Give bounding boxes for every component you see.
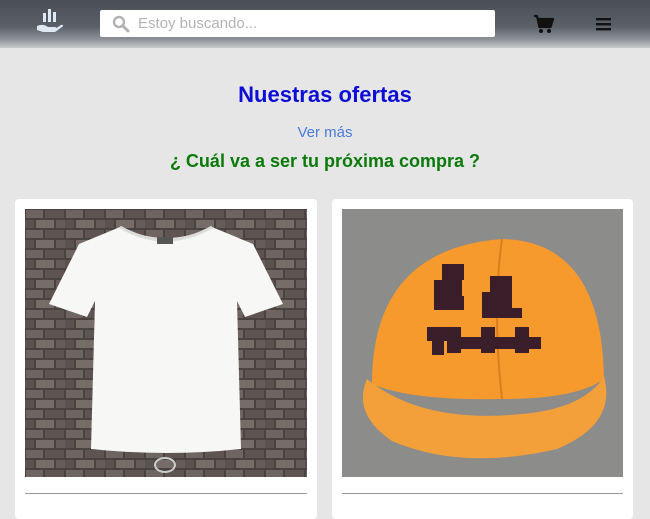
product-image-tshirt[interactable] [25, 209, 307, 477]
search-bar[interactable] [100, 10, 495, 37]
see-more-link[interactable]: Ver más [297, 124, 352, 141]
logo-icon[interactable] [33, 7, 65, 37]
product-card[interactable] [332, 199, 633, 519]
search-input[interactable] [138, 10, 488, 37]
subtitle: ¿ Cuál va a ser tu próxima compra ? [169, 151, 481, 171]
page-title: Nuestras ofertas [238, 82, 412, 107]
card-divider [342, 493, 623, 494]
product-card[interactable] [15, 199, 317, 519]
search-icon[interactable] [112, 15, 130, 33]
see-more-container: Ver más [0, 124, 650, 141]
top-navigation-bar [0, 0, 650, 48]
hamburger-menu-icon[interactable] [595, 15, 613, 33]
product-image-cap[interactable] [342, 209, 623, 477]
shopping-cart-icon[interactable] [533, 13, 555, 35]
card-divider [25, 493, 307, 494]
